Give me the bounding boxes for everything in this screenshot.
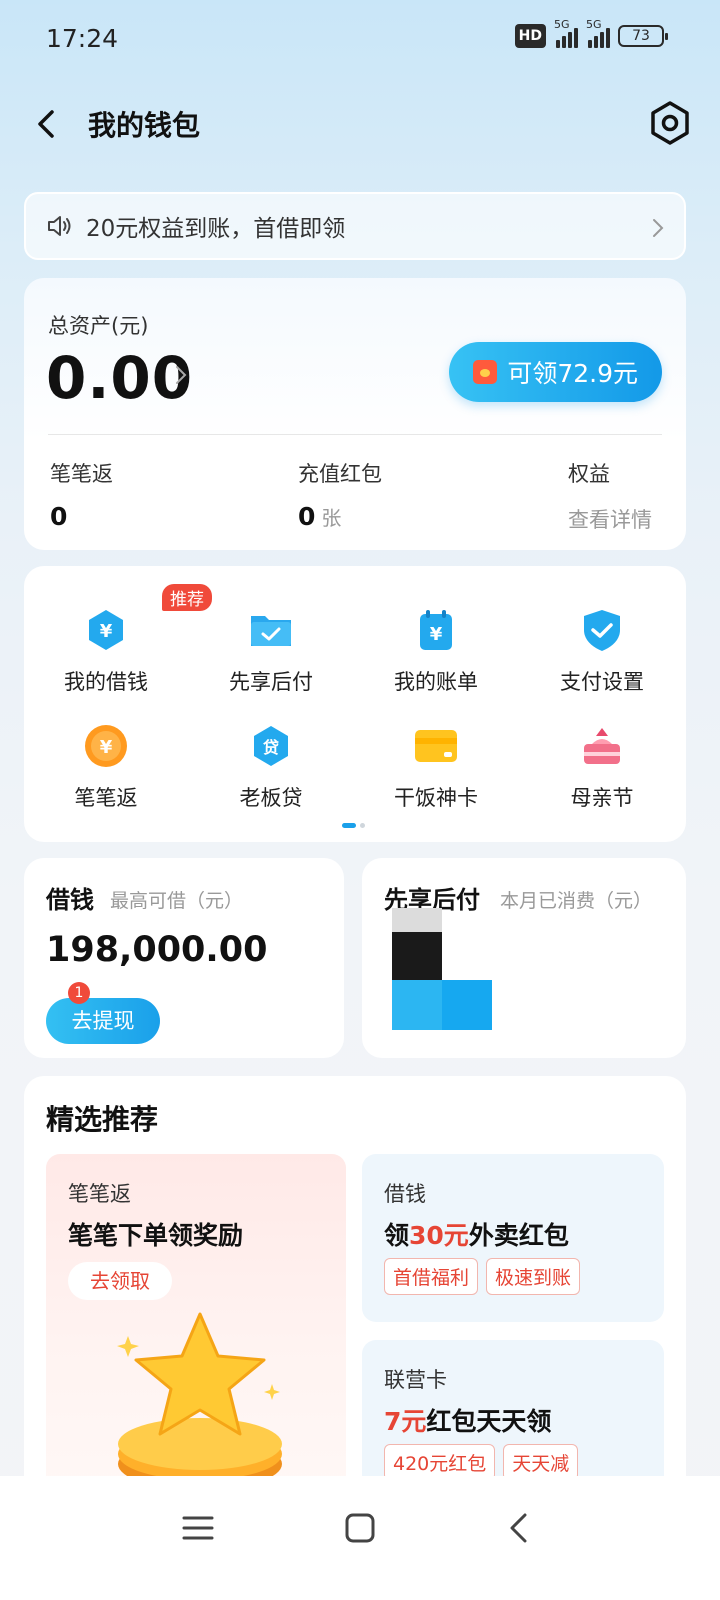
battery-icon: 73 [618,25,668,47]
stat-value: 0张 [298,502,382,531]
stat-label: 权益 [568,462,610,486]
network-label: 5G [554,18,570,31]
promo-category: 笔笔返 [68,1182,131,1206]
grid-item-payment-settings[interactable]: 支付设置 [532,606,672,696]
grid-item-mothers-day[interactable]: 母亲节 [532,722,672,812]
headline-post: 红包天天领 [426,1407,552,1436]
headline-highlight: 7元 [384,1407,427,1436]
status-bar: 17:24 HD 5G 5G 73 [0,0,720,80]
bnpl-subtitle: 本月已消费（元） [500,890,653,912]
headline-highlight: 30元 [409,1221,469,1250]
status-icons: HD 5G 5G 73 [514,18,668,48]
grid-label: 老板贷 [239,786,303,810]
status-time: 17:24 [46,24,119,53]
promo-card-cashback[interactable]: 笔笔返 笔笔下单领奖励 去领取 [46,1154,346,1496]
withdraw-button[interactable]: 去提现 [46,998,160,1044]
coin-icon: ¥ [82,722,130,770]
promo-tag: 首借福利 [384,1258,479,1295]
system-nav-bar [0,1476,720,1600]
grid-label: 我的借钱 [64,670,148,694]
grid-item-my-loan[interactable]: ¥ 推荐 我的借钱 [36,584,212,696]
promo-category: 联营卡 [384,1368,447,1392]
signal-icon-2: 5G [586,18,610,48]
star-trophy-icon [117,1312,282,1490]
assets-card: 总资产(元) 0.00 可领72.9元 笔笔返 0 充值红包 0张 权益 查看详… [24,278,686,550]
stat-label: 笔笔返 [50,462,113,486]
promo-headline: 领30元外卖红包 [384,1216,569,1252]
bill-calendar-icon: ¥ [412,606,460,654]
recommend-section: 精选推荐 笔笔返 笔笔下单领奖励 去领取 借钱 领30元外卖红包 首借福利 极速… [24,1076,686,1510]
grid-item-my-bill[interactable]: ¥ 我的账单 [366,606,506,696]
grid-label: 支付设置 [560,670,644,694]
hd-voice-icon: HD [514,24,546,48]
notice-banner[interactable]: 20元权益到账，首借即领 [24,192,686,260]
notification-badge: 1 [68,982,90,1004]
loan-badge-icon: 贷 [247,722,295,770]
stat-recharge-redpacket[interactable]: 充值红包 0张 [298,458,382,531]
header: 我的钱包 [0,90,720,160]
stat-label: 充值红包 [298,462,382,486]
bnpl-card[interactable]: 先享后付 本月已消费（元） [362,858,686,1058]
grid-label: 笔笔返 [74,786,138,810]
view-details-link[interactable]: 查看详情 [568,504,652,534]
page-indicator [342,823,365,828]
notice-text: 20元权益到账，首借即领 [86,216,346,242]
function-grid: ¥ 推荐 我的借钱 先享后付 ¥ 我的账单 支付设置 ¥ 笔笔返 贷 老板贷 干… [24,566,686,842]
total-assets-label: 总资产(元) [48,314,149,338]
network-label-2: 5G [586,18,602,31]
chevron-right-icon[interactable] [174,364,188,386]
page-title: 我的钱包 [88,109,201,142]
section-title: 精选推荐 [46,1103,159,1136]
stat-cashback[interactable]: 笔笔返 0 [50,458,113,531]
menu-icon[interactable] [178,1508,218,1548]
grid-label: 干饭神卡 [394,786,478,810]
promo-tag: 极速到账 [486,1258,581,1295]
card-icon [412,722,460,770]
chevron-right-icon [653,219,664,237]
svg-text:¥: ¥ [100,621,113,642]
loan-card[interactable]: 借钱 最高可借（元） 198,000.00 去提现 1 [24,858,344,1058]
stat-unit: 张 [321,506,342,530]
promo-headline: 7元红包天天领 [384,1402,551,1438]
speaker-icon [48,216,71,236]
divider [48,434,662,435]
grid-label: 母亲节 [570,786,634,810]
stat-number: 0 [298,502,316,531]
stat-value: 0 [50,502,68,531]
grid-label: 我的账单 [394,670,478,694]
total-assets-value[interactable]: 0.00 [46,344,193,412]
cake-icon [578,722,626,770]
stat-benefits[interactable]: 权益 查看详情 [568,458,652,534]
svg-text:贷: 贷 [263,738,279,757]
promo-headline: 笔笔下单领奖励 [68,1221,244,1250]
red-envelope-icon [473,360,498,384]
grid-item-bnpl[interactable]: 先享后付 [201,606,341,696]
settings-hexagon-icon[interactable] [646,99,694,147]
svg-text:¥: ¥ [100,737,113,758]
signal-icon: 5G [554,18,578,48]
grid-item-meal-card[interactable]: 干饭神卡 [366,722,506,812]
claim-reward-button[interactable]: 可领72.9元 [449,342,662,402]
loan-subtitle: 最高可借（元） [110,890,244,912]
grid-item-boss-loan[interactable]: 贷 老板贷 [201,722,341,812]
loan-title: 借钱 [46,886,94,914]
back-arrow-icon[interactable] [30,106,66,142]
promo-card-loan[interactable]: 借钱 领30元外卖红包 首借福利 极速到账 [362,1154,664,1322]
back-icon[interactable] [500,1508,540,1548]
shield-check-icon [578,606,626,654]
headline-post: 外卖红包 [468,1221,569,1250]
home-icon[interactable] [340,1508,380,1548]
grid-label: 先享后付 [229,670,313,694]
folder-check-icon [247,606,295,654]
headline-pre: 领 [384,1221,410,1250]
claim-button-label: 可领72.9元 [507,359,638,388]
loan-hex-icon: ¥ 推荐 [82,584,212,654]
loan-amount: 198,000.00 [46,930,268,970]
masked-amount-mosaic [392,908,492,1030]
grid-item-cashback[interactable]: ¥ 笔笔返 [36,722,176,812]
svg-text:¥: ¥ [430,624,443,645]
promo-tags: 首借福利 极速到账 [384,1258,581,1295]
promo-category: 借钱 [384,1182,426,1206]
